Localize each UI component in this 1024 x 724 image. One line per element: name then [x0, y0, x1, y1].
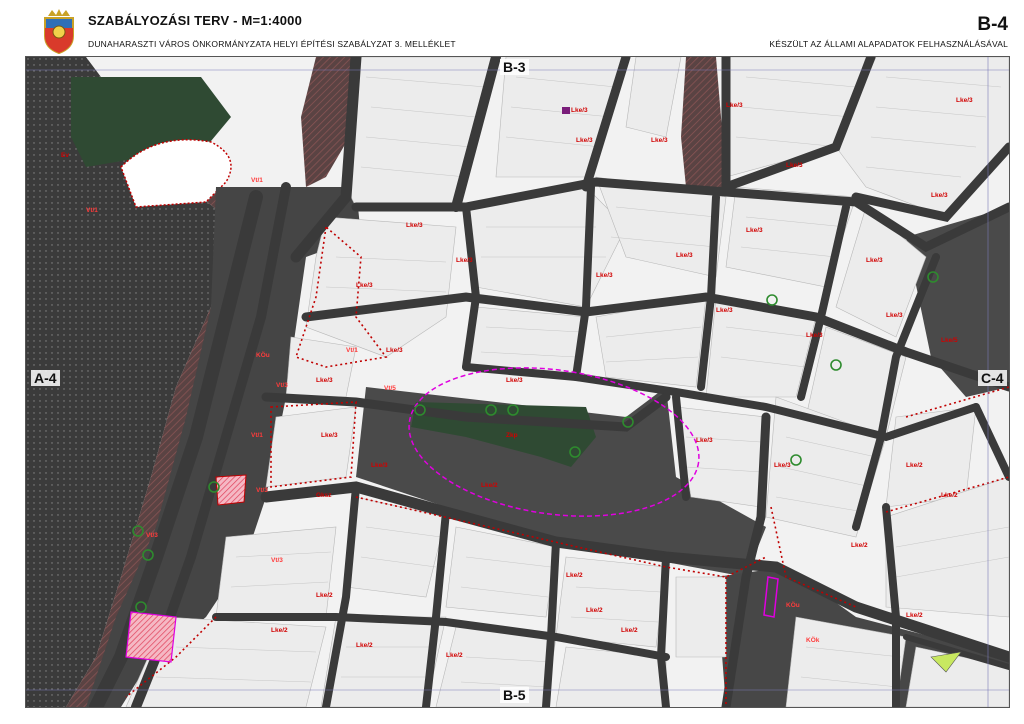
zone-label: Lke/5: [941, 337, 958, 344]
adjacent-sheet-west: A-4: [31, 370, 60, 386]
map-canvas[interactable]: Lke/3 Lke/3 Lke/3 Lke/3 Lke/3 Lke/3 Lke/3 Lke/3…: [26, 57, 1009, 707]
zone-label: Lke/2: [851, 542, 868, 549]
zone-label: Lke/3: [356, 282, 373, 289]
zone-label: KÖu: [256, 350, 270, 359]
zone-label: Lke/3: [726, 102, 743, 109]
zone-label: Lke/3: [596, 272, 613, 279]
zone-label: Vt/1: [346, 347, 358, 354]
zone-label: Lke/3: [321, 432, 338, 439]
zone-label: Lke/2: [566, 572, 583, 579]
zone-label: Vt/1: [251, 432, 263, 439]
zone-label: Lke/3: [576, 137, 593, 144]
protected-hatched-area: [125, 611, 177, 663]
zone-label: Lke/3: [716, 307, 733, 314]
zone-label: Lke/3: [696, 437, 713, 444]
adjacent-sheet-south: B-5: [500, 687, 529, 703]
zone-label: Lke/3: [676, 252, 693, 259]
city-coat-of-arms-icon: [44, 9, 74, 54]
zone-label: Gksz: [316, 492, 332, 499]
zone-label: Lke/3: [786, 162, 803, 169]
adjacent-sheet-north: B-3: [500, 59, 529, 75]
zone-label: Zkp: [506, 432, 518, 439]
zone-label: Lke/3: [316, 377, 333, 384]
zone-label: Vt/3: [276, 382, 288, 389]
adjacent-sheet-east: C-4: [978, 370, 1007, 386]
basemap-note: KÉSZÜLT AZ ÁLLAMI ALAPADATOK FELHASZNÁLÁ…: [769, 39, 1008, 49]
zone-label: Lke/3: [866, 257, 883, 264]
zone-label: Lke/3: [931, 192, 948, 199]
zone-label: Lke/3: [571, 107, 588, 114]
zone-label: Lke/3: [956, 97, 973, 104]
zone-label: Lke/3: [886, 312, 903, 319]
zone-label: Lke/2: [621, 627, 638, 634]
zone-label: Vt/5: [384, 385, 396, 392]
small-hatched-area: [215, 474, 247, 506]
zone-label: Lke/3: [506, 377, 523, 384]
zone-label: Vt/3: [271, 557, 283, 564]
zone-label: Lke/2: [446, 652, 463, 659]
zone-label: KÖk: [806, 635, 820, 644]
zone-label: Lke/3: [386, 347, 403, 354]
zone-label: Vt/3: [256, 487, 268, 494]
zoning-map[interactable]: Lke/3 Lke/3 Lke/3 Lke/3 Lke/3 Lke/3 Lke/3 Lke/3…: [25, 56, 1010, 708]
zone-label: Lke/2: [906, 462, 923, 469]
zone-label: Lke/2: [941, 492, 958, 499]
zone-label: Vt/1: [251, 177, 263, 184]
zone-label: Lke/3: [406, 222, 423, 229]
zone-label: Lke/2: [586, 607, 603, 614]
zone-label: Vt/1: [86, 207, 98, 214]
zone-label: Lke/2: [316, 592, 333, 599]
zone-label: Lke/3: [456, 257, 473, 264]
zone-label: Vt/3: [146, 532, 158, 539]
zone-label: Lke/2: [906, 612, 923, 619]
zone-label: Lke/3: [371, 462, 388, 469]
sheet-id: B-4: [977, 14, 1008, 35]
zone-label: Lke/3: [746, 227, 763, 234]
zone-label: Lke/3: [651, 137, 668, 144]
zone-label: KÖu: [786, 600, 800, 609]
zone-label: Lke/2: [356, 642, 373, 649]
zone-label: Lke/3: [774, 462, 791, 469]
map-title: SZABÁLYOZÁSI TERV - M=1:4000: [88, 13, 303, 28]
purple-parcel: [562, 107, 570, 114]
map-header: SZABÁLYOZÁSI TERV - M=1:4000 DUNAHARASZT…: [0, 0, 1024, 56]
zone-label: Lke/2: [271, 627, 288, 634]
zone-label: Ev: [61, 152, 69, 159]
zone-label: Lke/3: [806, 332, 823, 339]
zone-label: Lke/2: [481, 482, 498, 489]
map-subtitle: DUNAHARASZTI VÁROS ÖNKORMÁNYZATA HELYI É…: [88, 39, 456, 49]
